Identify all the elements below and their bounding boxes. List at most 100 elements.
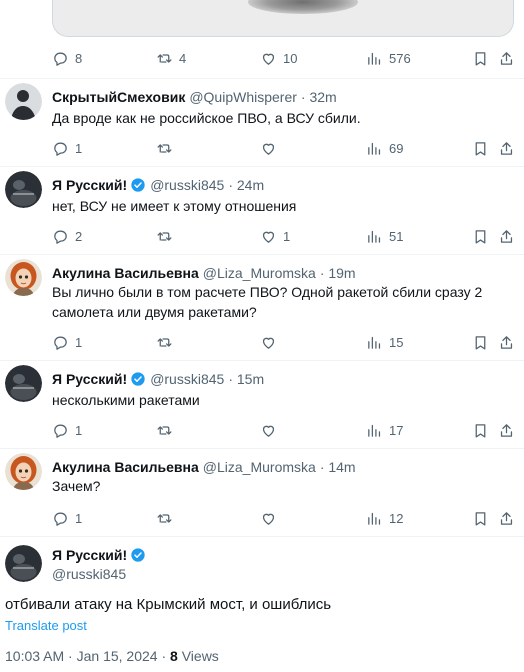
reply-time[interactable]: · 14m	[320, 459, 356, 475]
views-button[interactable]: 15	[366, 332, 403, 352]
reply-count: 1	[75, 140, 83, 156]
verified-badge-icon	[131, 372, 145, 386]
share-button[interactable]	[498, 508, 515, 528]
reply-count: 1	[75, 334, 83, 350]
verified-badge-icon	[131, 548, 145, 562]
media-card-fragment[interactable]	[52, 0, 514, 37]
avatar[interactable]	[5, 259, 42, 296]
reply-icon	[54, 512, 67, 526]
share-button[interactable]	[498, 226, 515, 246]
avatar[interactable]	[5, 171, 42, 208]
main-tweet-header: Я Русский!	[52, 546, 146, 564]
reply-icon	[54, 142, 67, 156]
views-button[interactable]: 51	[366, 226, 403, 246]
reply-button[interactable]: 1	[52, 138, 82, 158]
reply-time[interactable]: · 32m	[301, 89, 337, 105]
reply-time[interactable]: · 15m	[228, 371, 264, 387]
repost-button[interactable]	[156, 508, 179, 528]
author-name[interactable]: Акулина Васильевна	[52, 265, 199, 281]
repost-button[interactable]	[156, 420, 179, 440]
views-button[interactable]: 12	[366, 508, 403, 528]
divider	[0, 448, 524, 449]
views-icon	[368, 512, 381, 525]
like-button[interactable]	[260, 332, 283, 352]
avatar[interactable]	[5, 83, 42, 120]
repost-button[interactable]	[156, 138, 179, 158]
heart-icon	[262, 425, 275, 437]
share-icon	[500, 141, 513, 155]
author-name[interactable]: Я Русский!	[52, 547, 127, 563]
views-button[interactable]: 576	[366, 48, 411, 68]
repost-button[interactable]	[156, 332, 179, 352]
share-icon	[500, 423, 513, 437]
like-button[interactable]	[260, 138, 283, 158]
author-name[interactable]: Я Русский!	[52, 177, 127, 193]
avatar[interactable]	[5, 545, 42, 582]
reply-button[interactable]: 1	[52, 332, 82, 352]
reply-icon	[54, 424, 67, 438]
tweet-time[interactable]: 10:03 AM	[5, 648, 64, 664]
author-handle[interactable]: @russki845	[52, 566, 126, 582]
author-name[interactable]: СкрытыйСмеховик	[52, 89, 185, 105]
reply-count: 2	[75, 228, 83, 244]
divider	[0, 536, 524, 537]
bookmark-button[interactable]	[472, 138, 489, 158]
views-icon	[368, 52, 381, 65]
bookmark-button[interactable]	[472, 420, 489, 440]
reply-time[interactable]: · 24m	[228, 177, 264, 193]
reply-icon	[54, 52, 67, 66]
repost-icon	[157, 513, 172, 523]
share-button[interactable]	[498, 138, 515, 158]
views-count: 12	[389, 510, 404, 526]
bookmark-button[interactable]	[472, 48, 489, 68]
reply-time[interactable]: · 19m	[320, 265, 356, 281]
like-button[interactable]: 10	[260, 48, 297, 68]
views-icon	[368, 230, 381, 243]
reply-count: 1	[75, 422, 83, 438]
author-handle[interactable]: @russki845	[150, 371, 224, 387]
divider	[0, 78, 524, 79]
bookmark-button[interactable]	[472, 226, 489, 246]
bookmark-icon	[475, 335, 486, 350]
bookmark-button[interactable]	[472, 332, 489, 352]
avatar[interactable]	[5, 453, 42, 490]
share-icon	[500, 229, 513, 243]
translate-post-link[interactable]: Translate post	[5, 618, 87, 633]
bookmark-button[interactable]	[472, 508, 489, 528]
reply-icon	[54, 230, 67, 244]
author-handle[interactable]: @Liza_Muromska	[203, 459, 316, 475]
author-handle[interactable]: @QuipWhisperer	[189, 89, 297, 105]
reply-button[interactable]: 1	[52, 508, 82, 528]
share-icon	[500, 335, 513, 349]
reply-button[interactable]: 2	[52, 226, 82, 246]
like-count: 10	[283, 50, 298, 66]
bookmark-icon	[475, 511, 486, 526]
reply-button[interactable]: 8	[52, 48, 82, 68]
author-name[interactable]: Акулина Васильевна	[52, 459, 199, 475]
views-count: 69	[389, 140, 404, 156]
views-button[interactable]: 69	[366, 138, 403, 158]
share-button[interactable]	[498, 332, 515, 352]
author-handle[interactable]: @Liza_Muromska	[203, 265, 316, 281]
views-icon	[368, 336, 381, 349]
share-button[interactable]	[498, 420, 515, 440]
author-name[interactable]: Я Русский!	[52, 371, 127, 387]
like-button[interactable]: 1	[260, 226, 290, 246]
like-button[interactable]	[260, 420, 283, 440]
action-bar: 8 4 10 576	[52, 48, 520, 68]
divider	[0, 166, 524, 167]
heart-icon	[262, 143, 275, 155]
repost-button[interactable]: 4	[156, 48, 186, 68]
like-button[interactable]	[260, 508, 283, 528]
views-total: 8	[170, 648, 178, 664]
views-button[interactable]: 17	[366, 420, 403, 440]
meta-separator: ·	[68, 648, 73, 664]
author-handle[interactable]: @russki845	[150, 177, 224, 193]
tweet-date[interactable]: Jan 15, 2024	[77, 648, 158, 664]
reply-button[interactable]: 1	[52, 420, 82, 440]
avatar[interactable]	[5, 365, 42, 402]
repost-button[interactable]	[156, 226, 179, 246]
share-icon	[500, 51, 513, 65]
share-button[interactable]	[498, 48, 515, 68]
views-count: 17	[389, 422, 404, 438]
